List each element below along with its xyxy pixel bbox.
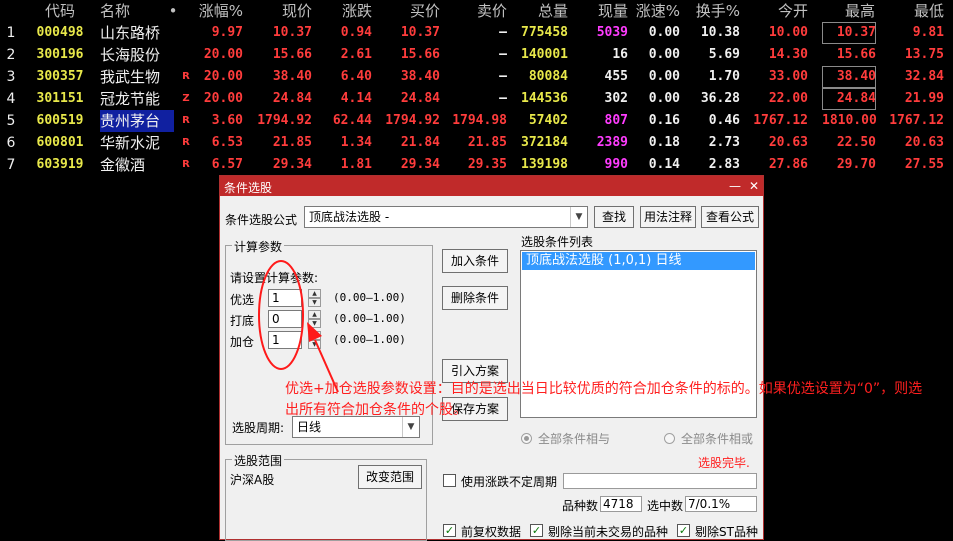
- annotation-overlay: [258, 260, 339, 393]
- highlight-ellipse: [258, 260, 304, 370]
- annotation-arrow-head: [307, 322, 322, 342]
- annotation-text: 优选+加仓选股参数设置：目的是选出当日比较优质的符合加仓条件的标的。如果优选设置…: [285, 381, 923, 418]
